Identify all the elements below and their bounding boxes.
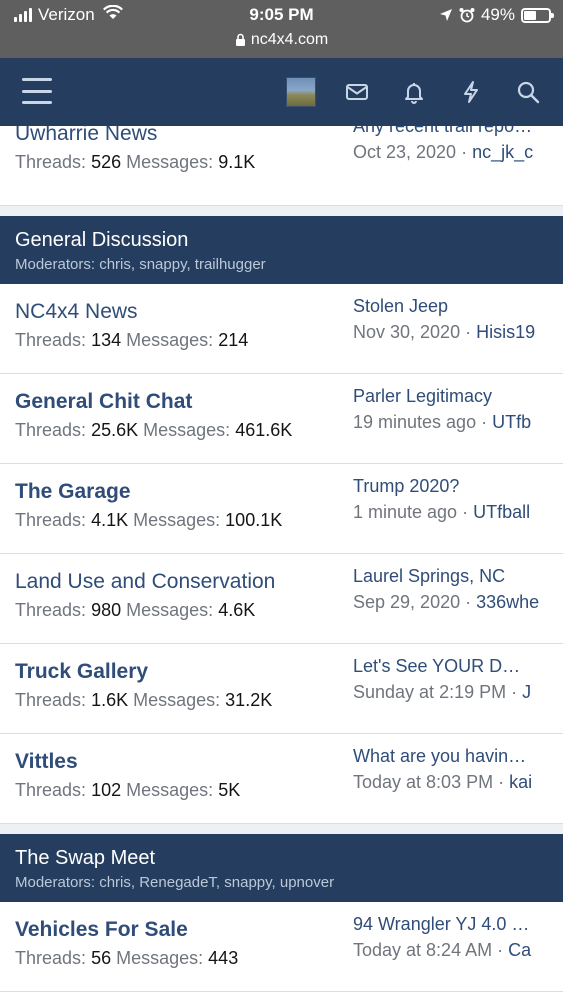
latest-post-meta: Nov 30, 2020 · Hisis19 [353, 322, 536, 342]
latest-post-meta: Sunday at 2:19 PM · J [353, 682, 532, 702]
latest-post-user[interactable]: UTfb [492, 412, 531, 432]
forum-stats: Threads: 102 Messages: 5K [15, 780, 241, 800]
forum-title[interactable]: Land Use and Conservation [15, 570, 275, 594]
avatar[interactable] [286, 77, 316, 107]
latest-post-user[interactable]: nc_jk_c [472, 142, 533, 162]
latest-post-title[interactable]: What are you havin… [353, 746, 549, 767]
forum-stats: Threads: 1.6K Messages: 31.2K [15, 690, 273, 710]
forum-title[interactable]: NC4x4 News [15, 300, 138, 324]
forum-stats: Threads: 25.6K Messages: 461.6K [15, 420, 293, 440]
forum-row-land-use[interactable]: Land Use and Conservation Threads: 980 M… [0, 554, 563, 644]
lock-icon [235, 33, 245, 46]
forum-title[interactable]: Vittles [15, 750, 78, 774]
latest-post-title[interactable]: Parler Legitimacy [353, 386, 549, 407]
top-navbar [0, 58, 563, 126]
latest-post[interactable]: What are you havin… Today at 8:03 PM · k… [353, 746, 549, 793]
bell-icon[interactable] [401, 79, 427, 105]
latest-post-title[interactable]: 94 Wrangler YJ 4.0 … [353, 914, 549, 935]
battery-percent: 49% [480, 5, 515, 24]
forum-stats: Threads: 526 Messages: 9.1K [15, 152, 256, 172]
latest-post-user[interactable]: J [522, 682, 531, 702]
latest-post[interactable]: Let's See YOUR D… Sunday at 2:19 PM · J [353, 656, 549, 703]
latest-post-meta: Today at 8:03 PM · kai [353, 772, 533, 792]
menu-icon[interactable] [22, 78, 52, 104]
category-header-swap-meet[interactable]: The Swap Meet Moderators: chris, Renegad… [0, 834, 563, 902]
latest-post[interactable]: 94 Wrangler YJ 4.0 … Today at 8:24 AM · … [353, 914, 549, 961]
forum-row-uwharrie-news[interactable]: Uwharrie News Threads: 526 Messages: 9.1… [0, 126, 563, 206]
alarm-icon [459, 8, 475, 23]
latest-post-user[interactable]: 336whe [476, 592, 539, 612]
forum-title[interactable]: Uwharrie News [15, 126, 157, 146]
latest-post-title[interactable]: Any recent trail repo… [353, 126, 549, 137]
forum-list: Uwharrie News Threads: 526 Messages: 9.1… [0, 126, 563, 1000]
latest-post-meta: 1 minute ago · UTfball [353, 502, 531, 522]
forum-stats: Threads: 56 Messages: 443 [15, 948, 239, 968]
latest-post[interactable]: Trump 2020? 1 minute ago · UTfball [353, 476, 549, 523]
forum-row-the-garage[interactable]: The Garage Threads: 4.1K Messages: 100.1… [0, 464, 563, 554]
latest-post-user[interactable]: UTfball [473, 502, 530, 522]
forum-title[interactable]: Vehicles For Sale [15, 918, 188, 942]
latest-post-meta: Oct 23, 2020 · nc_jk_c [353, 142, 534, 162]
location-icon [439, 9, 452, 21]
latest-post[interactable]: Laurel Springs, NC Sep 29, 2020 · 336whe [353, 566, 549, 613]
latest-post-user[interactable]: Hisis19 [476, 322, 535, 342]
address-bar[interactable]: nc4x4.com [0, 31, 563, 49]
forum-stats: Threads: 4.1K Messages: 100.1K [15, 510, 283, 530]
url-text[interactable]: nc4x4.com [251, 31, 328, 49]
latest-post-meta: 19 minutes ago · UTfb [353, 412, 532, 432]
forum-title[interactable]: General Chit Chat [15, 390, 192, 414]
latest-post-title[interactable]: Trump 2020? [353, 476, 549, 497]
latest-post-meta: Sep 29, 2020 · 336whe [353, 592, 540, 612]
latest-post-meta: Today at 8:24 AM · Ca [353, 940, 532, 960]
latest-post-user[interactable]: Ca [508, 940, 531, 960]
forum-row-vittles[interactable]: Vittles Threads: 102 Messages: 5K What a… [0, 734, 563, 824]
latest-post-title[interactable]: Laurel Springs, NC [353, 566, 549, 587]
latest-post[interactable]: Any recent trail repo… Oct 23, 2020 · nc… [353, 126, 549, 163]
forum-row-truck-gallery[interactable]: Truck Gallery Threads: 1.6K Messages: 31… [0, 644, 563, 734]
category-title[interactable]: The Swap Meet [15, 847, 155, 870]
category-header-general-discussion[interactable]: General Discussion Moderators: chris, sn… [0, 216, 563, 284]
forum-stats: Threads: 980 Messages: 4.6K [15, 600, 256, 620]
category-moderators: Moderators: chris, RenegadeT, snappy, up… [15, 874, 335, 891]
forum-title[interactable]: Truck Gallery [15, 660, 148, 684]
forum-stats: Threads: 134 Messages: 214 [15, 330, 249, 350]
forum-row-nc4x4-news[interactable]: NC4x4 News Threads: 134 Messages: 214 St… [0, 284, 563, 374]
latest-post-user[interactable]: kai [509, 772, 532, 792]
status-bar: Verizon 9:05 PM nc4x4.com 49% [0, 0, 563, 58]
forum-row-general-chit-chat[interactable]: General Chit Chat Threads: 25.6K Message… [0, 374, 563, 464]
inbox-icon[interactable] [344, 79, 370, 105]
latest-post[interactable]: Stolen Jeep Nov 30, 2020 · Hisis19 [353, 296, 549, 343]
battery-icon [521, 7, 554, 23]
latest-post-title[interactable]: Stolen Jeep [353, 296, 549, 317]
category-title[interactable]: General Discussion [15, 229, 188, 252]
search-icon[interactable] [515, 79, 541, 105]
latest-post[interactable]: Parler Legitimacy 19 minutes ago · UTfb [353, 386, 549, 433]
latest-post-title[interactable]: Let's See YOUR D… [353, 656, 549, 677]
category-moderators: Moderators: chris, snappy, trailhugger [15, 256, 266, 273]
forum-title[interactable]: The Garage [15, 480, 131, 504]
bolt-icon[interactable] [458, 79, 484, 105]
forum-row-vehicles-for-sale[interactable]: Vehicles For Sale Threads: 56 Messages: … [0, 902, 563, 992]
